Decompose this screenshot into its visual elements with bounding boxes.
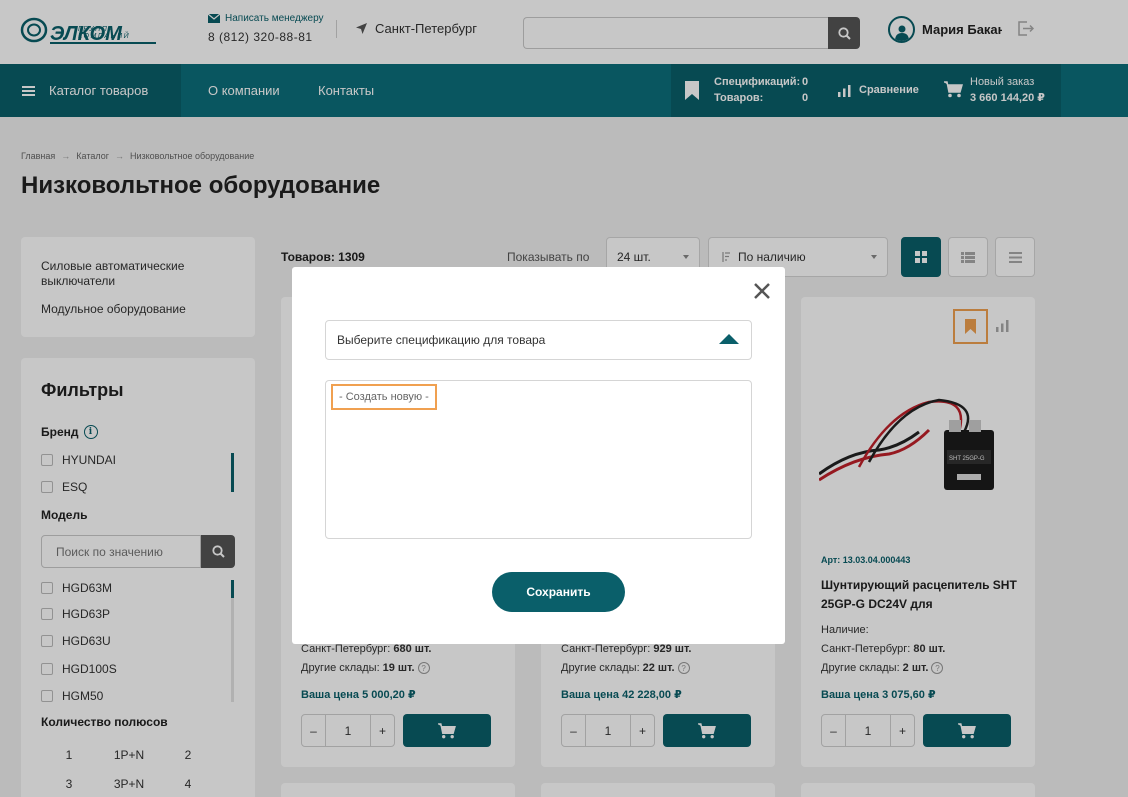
specification-options-list[interactable]: - Создать новую - (325, 380, 752, 539)
specification-select[interactable]: Выберите спецификацию для товара (325, 320, 752, 360)
close-icon (754, 283, 770, 299)
create-new-specification-option[interactable]: - Создать новую - (331, 384, 437, 410)
specification-select-placeholder: Выберите спецификацию для товара (337, 333, 546, 347)
specification-modal: Выберите спецификацию для товара - Созда… (292, 267, 785, 644)
modal-close-button[interactable] (752, 281, 772, 301)
chevron-up-icon (719, 334, 739, 344)
save-button[interactable]: Сохранить (492, 572, 625, 612)
